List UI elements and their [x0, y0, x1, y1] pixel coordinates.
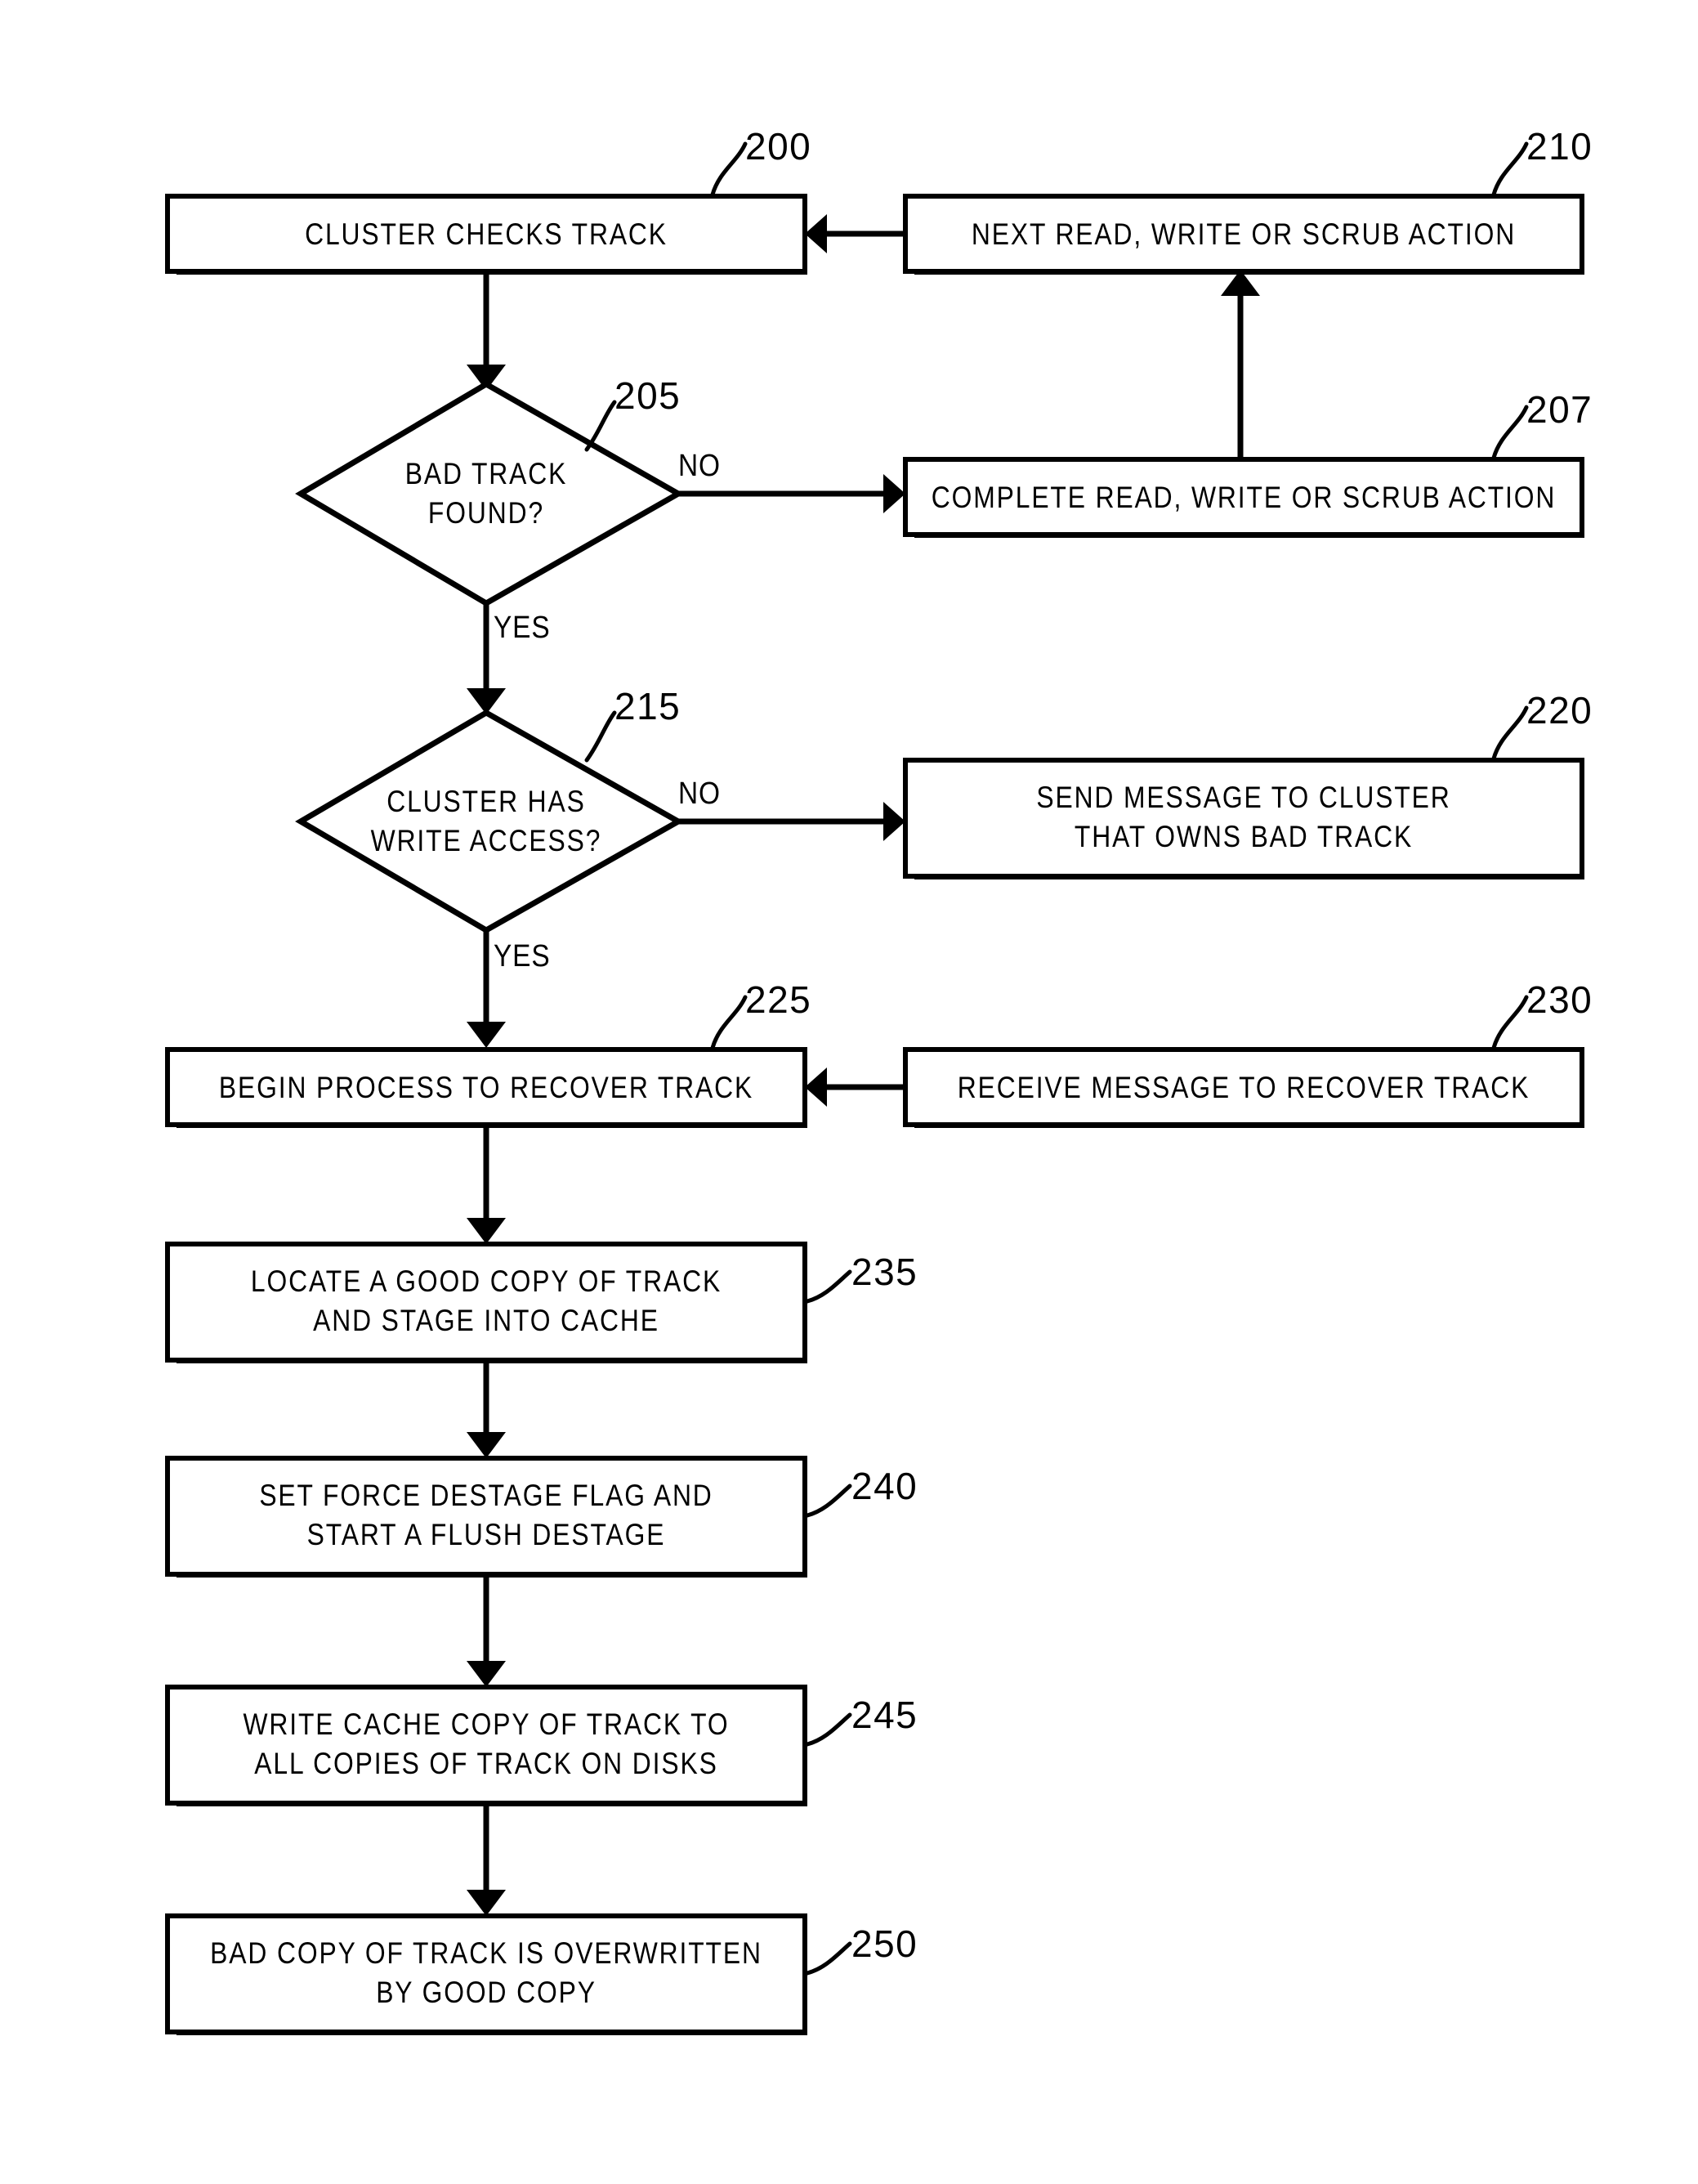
node-235[interactable]: LOCATE A GOOD COPY OF TRACK AND STAGE IN… — [165, 1242, 807, 1363]
node-240[interactable]: SET FORCE DESTAGE FLAG AND START A FLUSH… — [165, 1456, 807, 1578]
connector-207-to-210 — [1221, 270, 1260, 461]
ref-leader-210: 210 — [1491, 125, 1593, 197]
node-215[interactable]: CLUSTER HAS WRITE ACCESS? — [295, 709, 685, 934]
node-200-line1: CLUSTER CHECKS TRACK — [305, 218, 668, 252]
node-250-line2: BY GOOD COPY — [376, 1976, 597, 2010]
ref-leader-215: 215 — [584, 685, 681, 763]
ref-number-220: 220 — [1526, 689, 1593, 732]
ref-leader-250: 250 — [805, 1922, 918, 1976]
node-225[interactable]: BEGIN PROCESS TO RECOVER TRACK — [165, 1047, 807, 1128]
connector-245-to-250 — [467, 1798, 506, 1916]
node-245-line2: ALL COPIES OF TRACK ON DISKS — [254, 1748, 717, 1781]
flowchart-canvas: CLUSTER CHECKS TRACK 200 NEXT READ, WRIT… — [165, 125, 1593, 2035]
ref-number-235: 235 — [851, 1251, 918, 1293]
ref-leader-235: 235 — [805, 1251, 918, 1304]
edge-label-205-yes: YES — [494, 610, 551, 644]
node-215-line2: WRITE ACCESS? — [371, 825, 602, 858]
ref-number-230: 230 — [1526, 978, 1593, 1021]
connector-225-to-235 — [467, 1126, 506, 1244]
node-240-line1: SET FORCE DESTAGE FLAG AND — [259, 1479, 713, 1513]
node-235-line1: LOCATE A GOOD COPY OF TRACK — [251, 1265, 722, 1299]
edge-label-205-no: NO — [678, 448, 721, 482]
node-205-line1: BAD TRACK — [405, 458, 568, 491]
node-230-line1: RECEIVE MESSAGE TO RECOVER TRACK — [958, 1072, 1530, 1105]
ref-leader-205: 205 — [584, 374, 681, 452]
ref-number-250: 250 — [851, 1922, 918, 1965]
node-207[interactable]: COMPLETE READ, WRITE OR SCRUB ACTION — [903, 457, 1584, 538]
node-205-line2: FOUND? — [428, 497, 544, 530]
connector-240-to-245 — [467, 1569, 506, 1687]
node-250-line1: BAD COPY OF TRACK IS OVERWRITTEN — [210, 1937, 762, 1971]
node-200[interactable]: CLUSTER CHECKS TRACK — [165, 194, 807, 275]
ref-leader-207: 207 — [1491, 388, 1593, 460]
ref-number-245: 245 — [851, 1694, 918, 1736]
node-205[interactable]: BAD TRACK FOUND? — [295, 380, 685, 607]
ref-number-205: 205 — [614, 374, 681, 417]
ref-leader-225: 225 — [710, 978, 811, 1050]
node-230[interactable]: RECEIVE MESSAGE TO RECOVER TRACK — [903, 1047, 1584, 1128]
node-245[interactable]: WRITE CACHE COPY OF TRACK TO ALL COPIES … — [165, 1685, 807, 1806]
node-220-line2: THAT OWNS BAD TRACK — [1075, 821, 1413, 854]
node-210-line1: NEXT READ, WRITE OR SCRUB ACTION — [972, 218, 1516, 252]
node-220[interactable]: SEND MESSAGE TO CLUSTER THAT OWNS BAD TR… — [903, 758, 1584, 879]
ref-number-225: 225 — [745, 978, 811, 1021]
node-235-line2: AND STAGE INTO CACHE — [313, 1305, 659, 1338]
node-250[interactable]: BAD COPY OF TRACK IS OVERWRITTEN BY GOOD… — [165, 1913, 807, 2035]
node-225-line1: BEGIN PROCESS TO RECOVER TRACK — [219, 1072, 753, 1105]
ref-number-240: 240 — [851, 1465, 918, 1507]
ref-leader-200: 200 — [710, 125, 811, 197]
ref-leader-220: 220 — [1491, 689, 1593, 761]
ref-number-207: 207 — [1526, 388, 1593, 431]
node-240-line2: START A FLUSH DESTAGE — [307, 1519, 666, 1552]
flowchart-figure: CLUSTER CHECKS TRACK 200 NEXT READ, WRIT… — [0, 0, 1698, 2184]
ref-number-200: 200 — [745, 125, 811, 168]
edge-label-215-yes: YES — [494, 938, 551, 973]
connector-200-to-205 — [467, 271, 506, 391]
edge-label-215-no: NO — [678, 776, 721, 810]
node-220-line1: SEND MESSAGE TO CLUSTER — [1036, 781, 1450, 815]
ref-leader-245: 245 — [805, 1694, 918, 1747]
ref-number-215: 215 — [614, 685, 681, 727]
node-207-line1: COMPLETE READ, WRITE OR SCRUB ACTION — [932, 481, 1557, 515]
connector-230-to-225 — [805, 1067, 905, 1107]
connector-210-to-200 — [805, 214, 905, 253]
node-210[interactable]: NEXT READ, WRITE OR SCRUB ACTION — [903, 194, 1584, 275]
ref-leader-230: 230 — [1491, 978, 1593, 1050]
ref-number-210: 210 — [1526, 125, 1593, 168]
node-215-line1: CLUSTER HAS — [387, 785, 586, 819]
ref-leader-240: 240 — [805, 1465, 918, 1518]
node-245-line1: WRITE CACHE COPY OF TRACK TO — [243, 1708, 729, 1742]
